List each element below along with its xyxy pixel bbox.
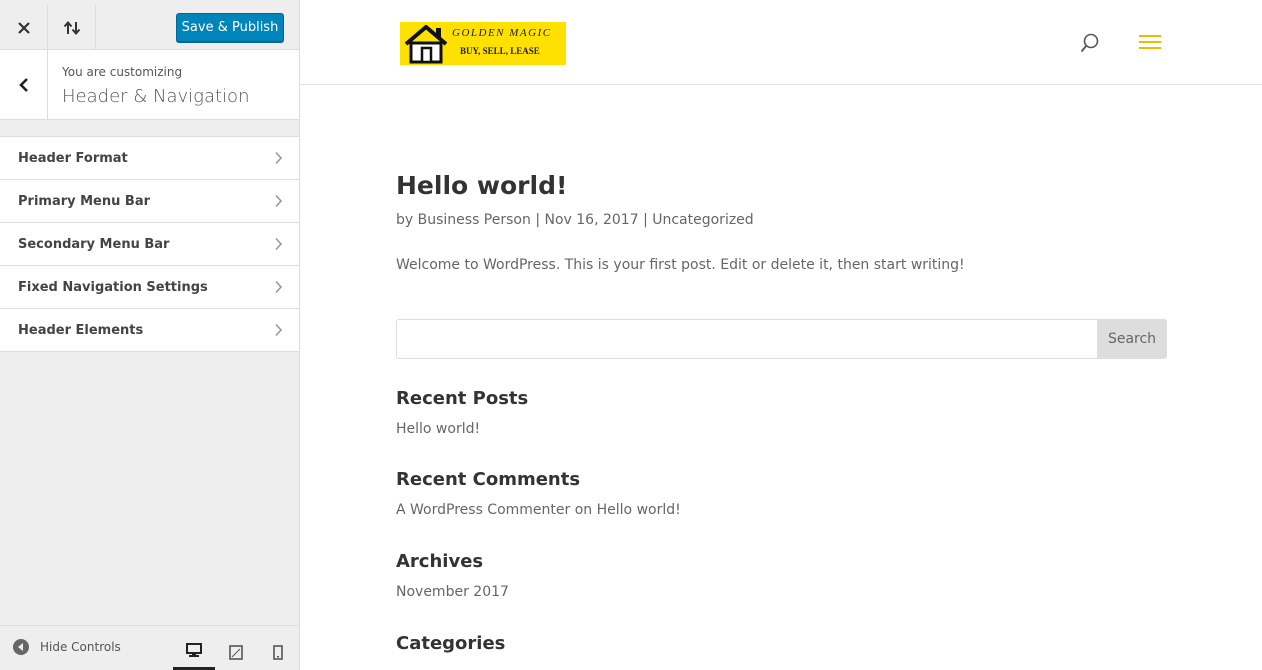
preview-desktop-button[interactable] [173, 634, 215, 670]
mobile-icon [273, 645, 283, 660]
archive-link[interactable]: November 2017 [396, 584, 509, 600]
post-body: Welcome to WordPress. This is your first… [396, 257, 965, 273]
meta-prefix: by [396, 212, 414, 228]
recent-post-link[interactable]: Hello world! [396, 421, 480, 437]
house-icon [404, 25, 448, 64]
archives-title: Archives [396, 551, 484, 572]
close-icon [17, 21, 30, 34]
menu-item-header-format[interactable]: Header Format [0, 137, 299, 180]
search-icon[interactable] [1080, 33, 1100, 55]
post-category-link[interactable]: Uncategorized [652, 212, 753, 228]
reorder-arrows-icon [63, 20, 80, 35]
menu-item-header-elements[interactable]: Header Elements [0, 309, 299, 352]
hide-controls-button[interactable]: Hide Controls [12, 638, 121, 656]
section-header: You are customizing Header & Navigation [0, 50, 299, 120]
comment-author-link[interactable]: A WordPress Commenter [396, 502, 570, 518]
collapse-arrow-icon [13, 639, 29, 655]
preview-tablet-button[interactable] [215, 634, 257, 670]
search-widget: Search [396, 319, 1167, 359]
menu-item-label: Header Elements [18, 323, 144, 338]
save-publish-button[interactable]: Save & Publish [176, 13, 284, 42]
menu-item-fixed-navigation-settings[interactable]: Fixed Navigation Settings [0, 266, 299, 309]
menu-item-label: Fixed Navigation Settings [18, 280, 208, 295]
customizing-label: You are customizing [62, 65, 183, 79]
recent-comments-title: Recent Comments [396, 469, 581, 490]
search-button[interactable]: Search [1097, 319, 1167, 359]
menu-item-secondary-menu-bar[interactable]: Secondary Menu Bar [0, 223, 299, 266]
section-menu: Header Format Primary Menu Bar Secondary… [0, 136, 299, 352]
customizer-topbar: Save & Publish [0, 5, 299, 50]
chevron-right-icon [275, 237, 283, 251]
comment-on-text: on [574, 502, 593, 518]
desktop-icon [186, 643, 202, 657]
logo-brand: GOLDEN MAGIC [452, 27, 552, 39]
site-preview: GOLDEN MAGIC BUY, SELL, LEASE Hello worl… [300, 5, 1262, 670]
post-date: Nov 16, 2017 [544, 212, 639, 228]
menu-item-label: Secondary Menu Bar [18, 237, 170, 252]
recent-posts-title: Recent Posts [396, 388, 529, 409]
site-header: GOLDEN MAGIC BUY, SELL, LEASE [300, 5, 1262, 85]
recent-comment: A WordPress Commenter on Hello world! [396, 502, 681, 518]
chevron-right-icon [275, 323, 283, 337]
back-button[interactable] [0, 50, 48, 120]
section-title: Header & Navigation [62, 86, 250, 107]
preview-mobile-button[interactable] [257, 634, 299, 670]
customizer-footer: Hide Controls [0, 625, 299, 670]
menu-item-label: Primary Menu Bar [18, 194, 151, 209]
meta-separator: | [535, 212, 541, 228]
menu-item-label: Header Format [18, 151, 128, 166]
chevron-left-icon [18, 78, 28, 92]
menu-item-primary-menu-bar[interactable]: Primary Menu Bar [0, 180, 299, 223]
post-meta: by Business Person | Nov 16, 2017 | Unca… [396, 212, 754, 228]
customizer-sidebar: Save & Publish You are customizing Heade… [0, 0, 300, 670]
search-input[interactable] [396, 319, 1098, 359]
comment-post-link[interactable]: Hello world! [597, 502, 681, 518]
site-logo[interactable]: GOLDEN MAGIC BUY, SELL, LEASE [400, 22, 566, 65]
tablet-icon [229, 645, 243, 660]
chevron-right-icon [275, 151, 283, 165]
categories-title: Categories [396, 633, 506, 654]
hide-controls-label: Hide Controls [40, 640, 121, 654]
reorder-button[interactable] [48, 5, 96, 50]
post-author-link[interactable]: Business Person [418, 212, 531, 228]
chevron-right-icon [275, 194, 283, 208]
post-title[interactable]: Hello world! [396, 171, 567, 200]
logo-tagline: BUY, SELL, LEASE [460, 46, 540, 56]
meta-separator: | [643, 212, 648, 228]
chevron-right-icon [275, 280, 283, 294]
hamburger-menu-icon[interactable] [1139, 35, 1161, 51]
close-button[interactable] [0, 5, 48, 50]
